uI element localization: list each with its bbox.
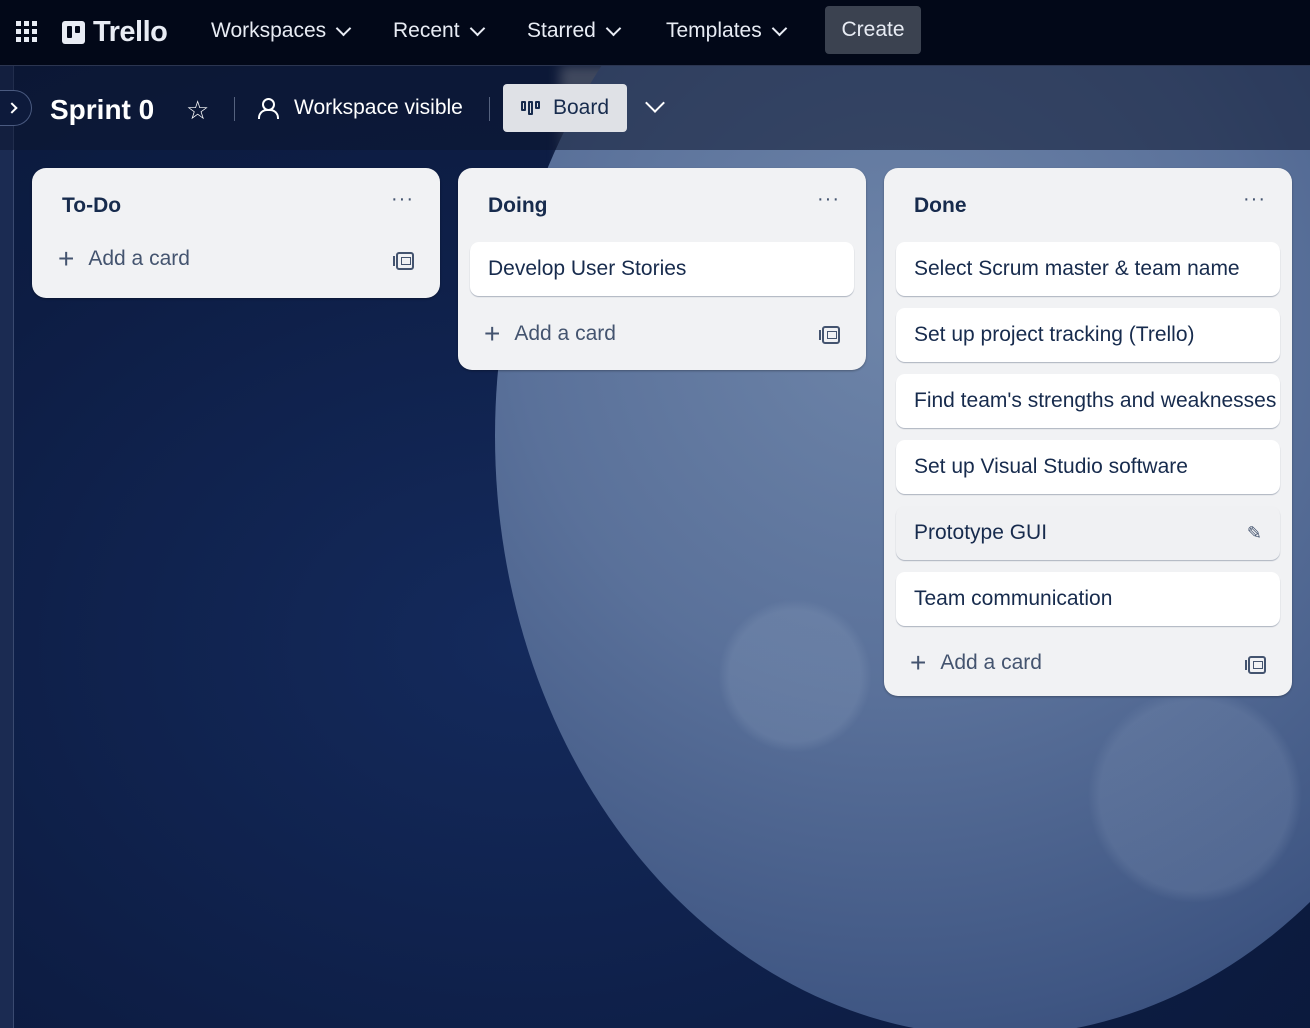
app-switcher-icon[interactable] — [16, 21, 37, 42]
nav-starred-menu[interactable]: Starred — [527, 19, 622, 43]
chevron-down-icon — [469, 20, 485, 36]
chevron-down-icon — [771, 20, 787, 36]
nav-recent-menu[interactable]: Recent — [393, 19, 485, 43]
plus-icon: + — [58, 243, 75, 274]
add-card-label: Add a card — [514, 322, 616, 345]
board-icon — [520, 101, 541, 115]
add-card-button[interactable]: + Add a card — [32, 228, 440, 298]
top-navigation: Trello Workspaces Recent Starred Templat… — [0, 0, 1310, 66]
card-title: Select Scrum master & team name — [914, 257, 1240, 280]
card-title: Develop User Stories — [488, 257, 687, 280]
card[interactable]: Set up project tracking (Trello) — [896, 308, 1280, 362]
board-view-label: Board — [552, 96, 610, 119]
workspace-visibility-button[interactable]: Workspace visible — [258, 96, 463, 120]
header-divider — [489, 97, 490, 121]
edit-pencil-icon[interactable]: ✎ — [1247, 523, 1262, 544]
add-card-label: Add a card — [88, 247, 190, 270]
trello-logo-icon — [62, 21, 85, 44]
card-template-icon[interactable] — [393, 252, 414, 270]
card-title: Find team's strengths and weaknesses — [914, 389, 1277, 412]
add-card-button[interactable]: + Add a card — [884, 638, 1292, 696]
card-template-icon[interactable] — [819, 326, 840, 344]
card-list: Select Scrum master & team name Set up p… — [884, 234, 1292, 626]
card[interactable]: Develop User Stories — [470, 242, 854, 296]
card-list: Develop User Stories — [458, 234, 866, 296]
list-done: Done ··· Select Scrum master & team name… — [884, 168, 1292, 696]
header-divider — [234, 97, 235, 121]
plus-icon: + — [484, 318, 501, 349]
list-header: Doing ··· — [458, 168, 866, 234]
plus-icon: + — [910, 647, 927, 678]
more-icon[interactable]: ··· — [817, 189, 840, 209]
list-title[interactable]: Doing — [488, 194, 547, 218]
card-title: Set up project tracking (Trello) — [914, 323, 1195, 346]
card[interactable]: Select Scrum master & team name — [896, 242, 1280, 296]
trello-logo[interactable]: Trello — [62, 16, 168, 49]
board-title[interactable]: Sprint 0 — [50, 94, 154, 126]
more-icon[interactable]: ··· — [391, 189, 414, 209]
list-doing: Doing ··· Develop User Stories + Add a c… — [458, 168, 866, 370]
create-button[interactable]: Create — [825, 6, 921, 54]
chevron-right-icon — [6, 102, 18, 114]
list-todo: To-Do ··· + Add a card — [32, 168, 440, 298]
people-icon — [258, 97, 282, 119]
star-icon[interactable]: ☆ — [186, 95, 209, 126]
list-header: Done ··· — [884, 168, 1292, 234]
card-title: Prototype GUI — [914, 521, 1048, 544]
list-title[interactable]: Done — [914, 194, 967, 218]
nav-templates-label: Templates — [666, 19, 762, 42]
nav-workspaces-menu[interactable]: Workspaces — [211, 19, 352, 43]
more-icon[interactable]: ··· — [1243, 189, 1266, 209]
card-title: Set up Visual Studio software — [914, 455, 1188, 478]
nav-starred-label: Starred — [527, 19, 596, 42]
logo-text: Trello — [93, 16, 168, 48]
card[interactable]: Find team's strengths and weaknesses — [896, 374, 1280, 428]
add-card-button[interactable]: + Add a card — [458, 308, 866, 370]
list-header: To-Do ··· — [32, 168, 440, 234]
list-title[interactable]: To-Do — [62, 194, 121, 218]
chevron-down-icon — [335, 20, 352, 36]
nav-templates-menu[interactable]: Templates — [666, 19, 787, 43]
sidebar-collapsed-strip — [0, 66, 14, 1028]
board-view-button[interactable]: Board — [503, 84, 627, 132]
card-title: Team communication — [914, 587, 1113, 610]
card[interactable]: Team communication — [896, 572, 1280, 626]
card[interactable]: Set up Visual Studio software — [896, 440, 1280, 494]
chevron-down-icon — [605, 20, 622, 36]
visibility-label: Workspace visible — [294, 96, 463, 119]
add-card-label: Add a card — [940, 651, 1042, 674]
nav-recent-label: Recent — [393, 19, 460, 42]
nav-workspaces-label: Workspaces — [211, 19, 327, 42]
card-template-icon[interactable] — [1245, 656, 1266, 674]
card[interactable]: Prototype GUI ✎ — [896, 506, 1280, 560]
